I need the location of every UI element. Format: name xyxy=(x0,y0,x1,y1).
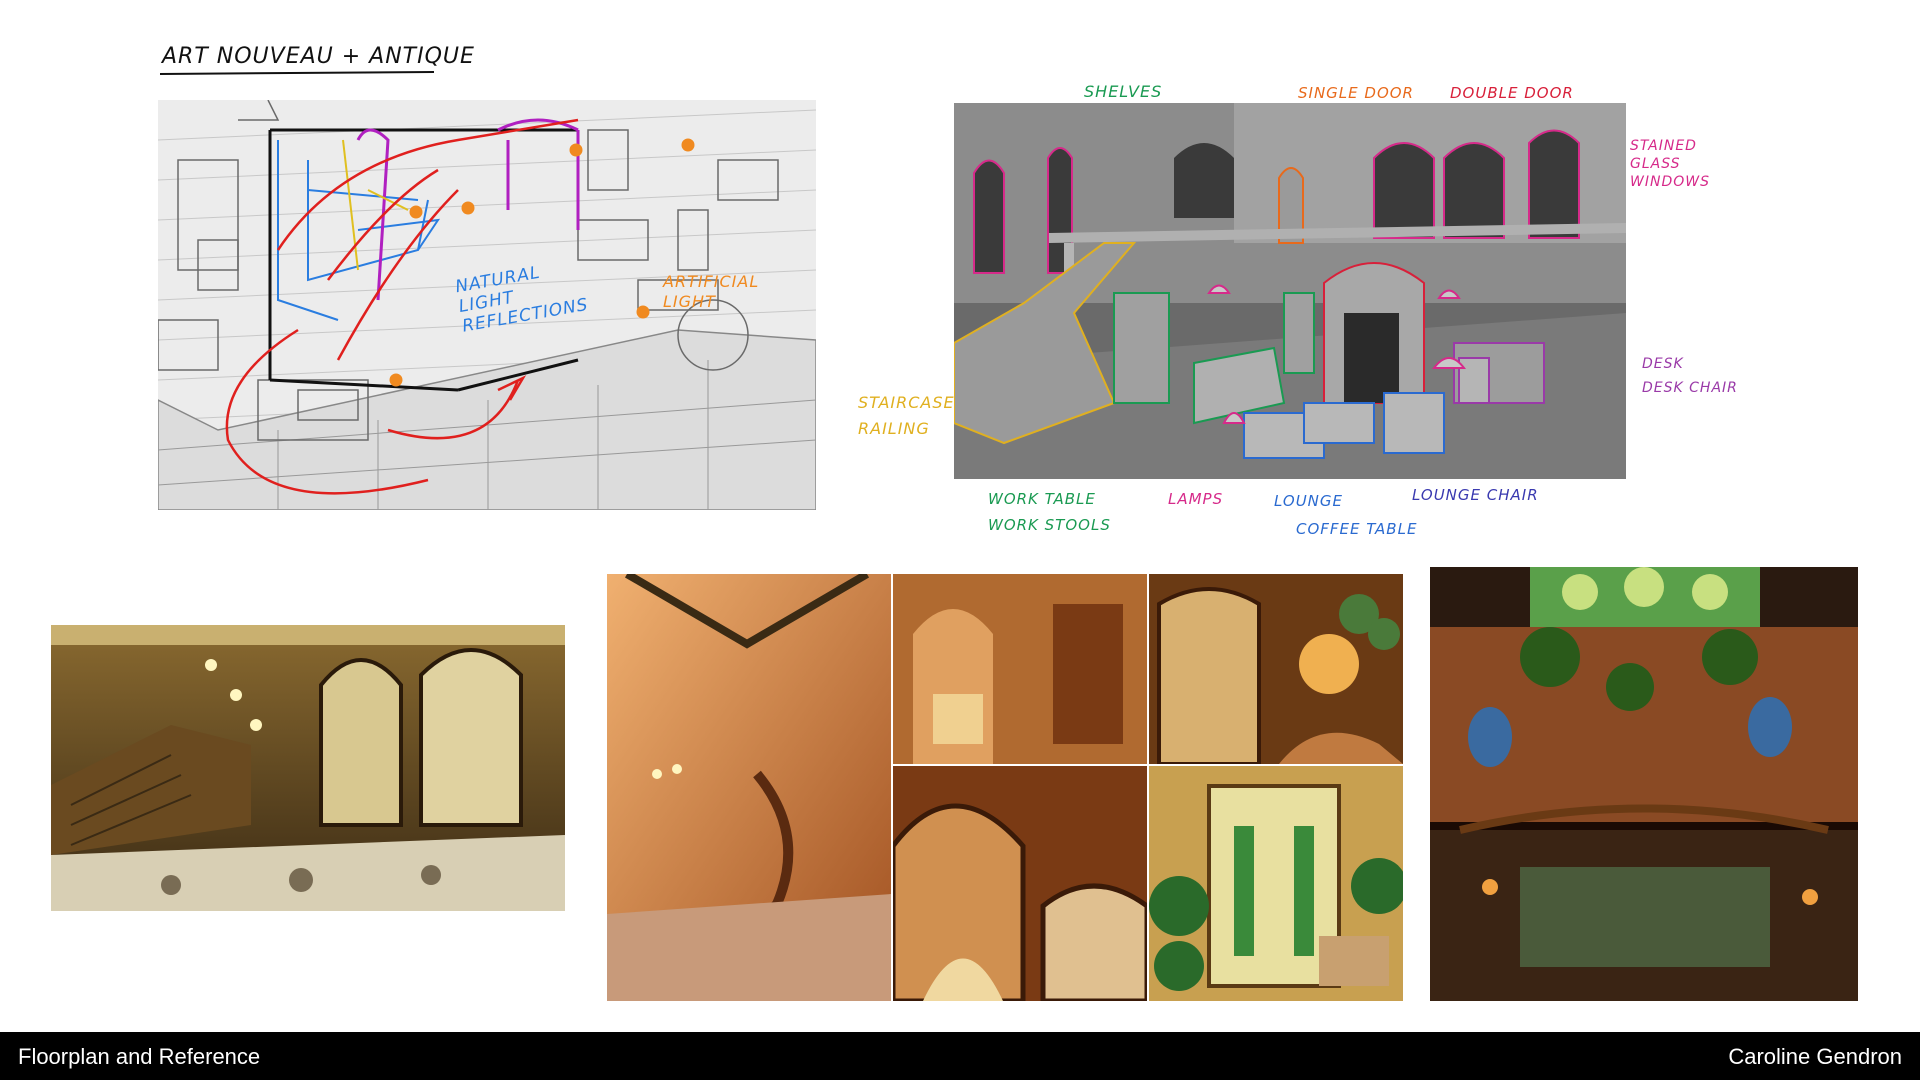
label-lounge-chair: Lounge Chair xyxy=(1412,486,1539,504)
label-lamps: Lamps xyxy=(1168,490,1224,508)
label-stained-glass-windows: Stained Glass Windows xyxy=(1630,138,1710,190)
floorplan-sketch: Natural Light Reflections Artificial Lig… xyxy=(158,100,816,510)
footer-bar: Floorplan and Reference Caroline Gendron xyxy=(0,1032,1920,1080)
label-shelves: Shelves xyxy=(1084,82,1163,101)
reference-photo-spiral-stair xyxy=(607,574,891,1001)
label-desk: Desk xyxy=(1642,356,1684,372)
label-work-table: Work Table xyxy=(988,490,1096,508)
reference-collage xyxy=(607,574,1403,1001)
title-underline xyxy=(159,71,435,75)
reference-photo-dome-interior xyxy=(1430,567,1858,1001)
reference-photo-stained-glass-arches xyxy=(893,766,1147,1001)
footer-author: Caroline Gendron xyxy=(1728,1044,1902,1069)
board-title: Art Nouveau + Antique xyxy=(162,44,475,69)
label-desk-chair: Desk Chair xyxy=(1642,380,1738,396)
sketch-note-artificial-light: Artificial Light xyxy=(663,272,760,311)
label-lounge: Lounge xyxy=(1274,492,1344,510)
reference-photo-garden-doors xyxy=(1149,766,1403,1001)
label-single-door: Single Door xyxy=(1298,84,1414,102)
reference-photo-ornate-interior xyxy=(893,574,1147,764)
footer-section-title: Floorplan and Reference xyxy=(18,1044,261,1069)
3d-blockout-render xyxy=(954,103,1626,479)
label-staircase-railing: Staircase Railing xyxy=(858,393,955,438)
label-work-stools: Work Stools xyxy=(988,516,1111,534)
label-double-door: Double Door xyxy=(1450,84,1574,102)
reference-photo-staircase-hall xyxy=(51,625,565,911)
blockout-drawing xyxy=(954,103,1626,479)
label-coffee-table: Coffee Table xyxy=(1296,520,1418,538)
reference-photo-stained-glass-window xyxy=(1149,574,1403,764)
